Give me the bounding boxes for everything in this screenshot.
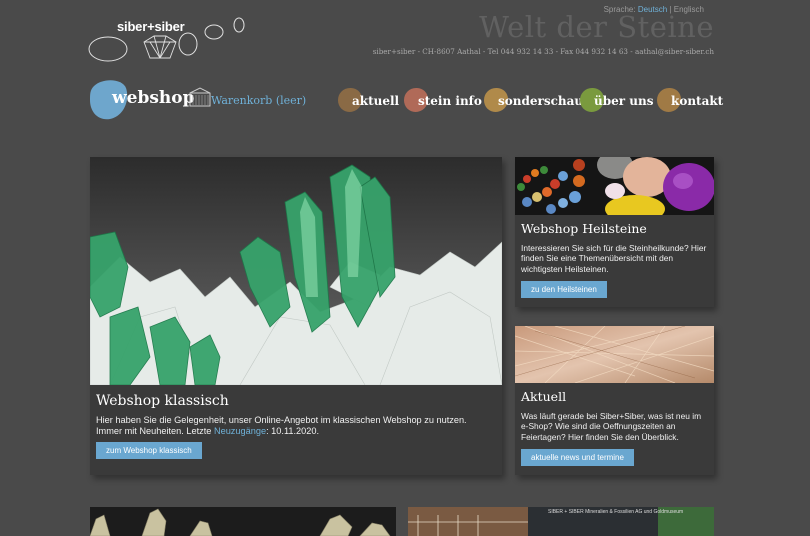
- nav-label: stein info: [418, 94, 482, 108]
- bottom-card-building[interactable]: SIBER + SIBER Mineralien & Fossilien AG …: [408, 507, 714, 536]
- card-webshop-heilsteine: Webshop Heilsteine Interessieren Sie sic…: [515, 157, 714, 307]
- card-webshop-klassisch: Webshop klassisch Hier haben Sie die Gel…: [90, 157, 502, 475]
- logo-text[interactable]: siber+siber: [117, 19, 185, 34]
- card-aktuell: Aktuell Was läuft gerade bei Siber+Siber…: [515, 326, 714, 475]
- crystal-photo[interactable]: [90, 157, 502, 385]
- card-text: Hier haben Sie die Gelegenheit, unser On…: [96, 415, 492, 437]
- card-title: Webshop Heilsteine: [521, 221, 647, 236]
- rutile-quartz-photo[interactable]: [515, 326, 714, 383]
- aktuell-button[interactable]: aktuelle news und termine: [521, 449, 634, 466]
- card-title: Webshop klassisch: [96, 393, 229, 409]
- nav-label: aktuell: [352, 94, 400, 108]
- cart-link[interactable]: Warenkorb (leer): [211, 94, 306, 107]
- nav-label: kontakt: [671, 94, 724, 108]
- shopping-cart-icon[interactable]: [188, 87, 212, 107]
- healing-stones-photo[interactable]: [515, 157, 714, 215]
- card-text-after: : 10.11.2020.: [266, 426, 320, 436]
- card-text: Was läuft gerade bei Siber+Siber, was is…: [521, 411, 702, 442]
- sign-text: SIBER + SIBER Mineralien & Fossilien AG …: [548, 509, 684, 515]
- site-title: Welt der Steine: [479, 10, 714, 44]
- card-text: Interessieren Sie sich für die Steinheil…: [521, 243, 707, 274]
- contact-line: siber+siber - CH-8607 Aathal - Tel 044 9…: [372, 47, 714, 56]
- nav-label: über uns: [594, 94, 654, 108]
- card-title: Aktuell: [521, 389, 567, 404]
- quartz-photo: [90, 508, 391, 536]
- webshop-link[interactable]: webshop: [112, 88, 195, 108]
- webshop-klassisch-button[interactable]: zum Webshop klassisch: [96, 442, 202, 459]
- bottom-card-crystals[interactable]: [90, 507, 396, 536]
- heilsteine-button[interactable]: zu den Heilsteinen: [521, 281, 607, 298]
- nav-label: sonderschau: [498, 94, 584, 108]
- neuzugaenge-link[interactable]: Neuzugänge: [214, 426, 266, 436]
